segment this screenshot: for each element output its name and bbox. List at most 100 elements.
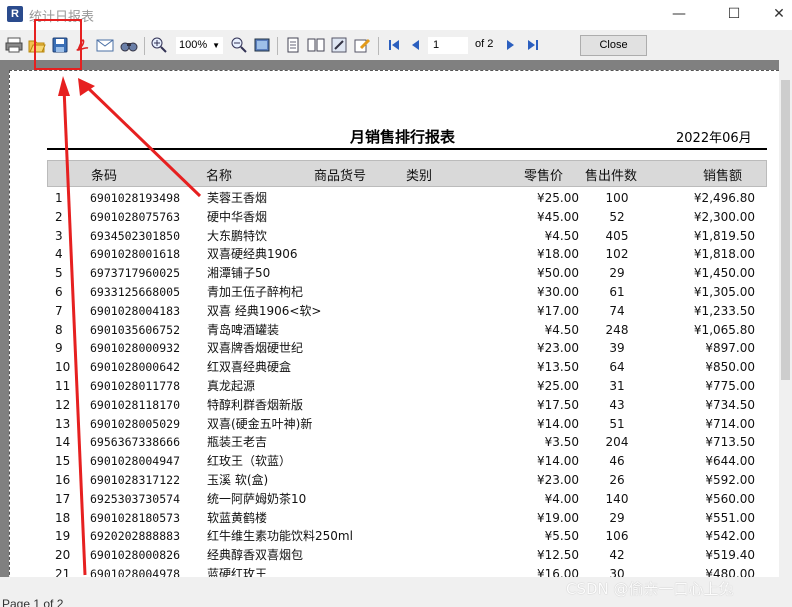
row-price: ¥4.50 xyxy=(544,228,579,243)
row-name: 双喜牌香烟硬世纪 xyxy=(207,341,304,356)
row-amount: ¥592.00 xyxy=(705,472,755,487)
row-qty: 46 xyxy=(609,454,625,469)
row-price: ¥17.50 xyxy=(537,397,579,412)
row-qty: 64 xyxy=(609,360,625,375)
row-index: 13 xyxy=(55,416,71,431)
zoom-out-icon[interactable] xyxy=(230,36,248,54)
row-amount: ¥1,305.00 xyxy=(693,284,755,299)
table-row: 3 6934502301850 大东鹏特饮 ¥4.50 405 ¥1,819.50 xyxy=(47,227,767,246)
row-amount: ¥644.00 xyxy=(705,454,755,469)
row-index: 20 xyxy=(55,548,71,563)
minimize-button[interactable]: — xyxy=(656,0,702,30)
toolbar: 100% ▼ 1 of 2 Close xyxy=(0,30,792,60)
row-price: ¥25.00 xyxy=(537,378,579,393)
page-number-input[interactable]: 1 xyxy=(428,37,468,54)
two-page-icon[interactable] xyxy=(307,36,325,54)
report-viewer: 月销售排行报表 2022年06月 条码 名称 商品货号 类别 零售价 售出件数 … xyxy=(0,60,792,596)
row-index: 8 xyxy=(55,322,63,337)
table-row: 10 6901028000642 红双喜经典硬盒 ¥13.50 64 ¥850.00 xyxy=(47,358,767,377)
row-amount: ¥560.00 xyxy=(705,491,755,506)
row-index: 1 xyxy=(55,191,63,205)
row-name: 经典醇香双喜烟包 xyxy=(207,548,304,563)
row-index: 18 xyxy=(55,510,71,525)
zoom-in-icon[interactable] xyxy=(150,36,168,54)
row-qty: 52 xyxy=(609,209,625,224)
row-name: 双喜硬经典1906 xyxy=(207,247,298,262)
row-barcode: 6901028000826 xyxy=(90,548,181,563)
row-price: ¥23.00 xyxy=(537,472,579,487)
row-price: ¥3.50 xyxy=(544,435,579,450)
table-row: 12 6901028118170 特醇利群香烟新版 ¥17.50 43 ¥734.50 xyxy=(47,396,767,415)
table-row: 5 6973717960025 湘潭铺子50 ¥50.00 29 ¥1,450.00 xyxy=(47,264,767,283)
next-page-icon[interactable] xyxy=(502,36,520,54)
email-icon[interactable] xyxy=(96,36,114,54)
maximize-button[interactable]: ☐ xyxy=(711,0,757,30)
row-qty: 42 xyxy=(609,548,625,563)
header-amount: 销售额 xyxy=(703,169,743,184)
table-row: 13 6901028005029 双喜(硬金五叶神)新 ¥14.00 51 ¥714.00 xyxy=(47,415,767,434)
page-count-label: of 2 xyxy=(475,38,494,50)
table-row: 8 6901035606752 青岛啤酒罐装 ¥4.50 248 ¥1,065.80 xyxy=(47,321,767,340)
row-barcode: 6901028180573 xyxy=(90,510,181,525)
report-date: 2022年06月 xyxy=(676,131,752,146)
table-row: 11 6901028011778 真龙起源 ¥25.00 31 ¥775.00 xyxy=(47,377,767,396)
table-row: 14 6956367338666 瓶装王老吉 ¥3.50 204 ¥713.50 xyxy=(47,433,767,452)
row-barcode: 6901028000932 xyxy=(90,341,181,356)
table-row: 7 6901028004183 双喜 经典1906<软> ¥17.00 74 ¥1,233… xyxy=(47,302,767,321)
watermark: CSDN @偷亲一口心上兔 xyxy=(566,580,734,598)
row-barcode: 6901028005029 xyxy=(90,416,181,431)
row-qty: 74 xyxy=(609,303,625,318)
row-barcode: 6901028193498 xyxy=(90,191,181,205)
close-button[interactable]: Close xyxy=(580,35,647,56)
row-name: 红双喜经典硬盒 xyxy=(207,360,292,375)
header-category: 类别 xyxy=(406,169,433,184)
row-name: 湘潭铺子50 xyxy=(207,266,271,281)
single-page-icon[interactable] xyxy=(284,36,302,54)
row-name: 红牛维生素功能饮料250ml xyxy=(207,529,353,544)
row-qty: 102 xyxy=(605,247,629,262)
row-index: 16 xyxy=(55,472,71,487)
row-index: 4 xyxy=(55,247,63,262)
row-name: 红玫王（软蓝） xyxy=(207,454,292,469)
print-icon[interactable] xyxy=(5,36,23,54)
row-index: 11 xyxy=(55,378,71,393)
row-amount: ¥2,496.80 xyxy=(693,191,755,205)
last-page-icon[interactable] xyxy=(524,36,542,54)
row-index: 3 xyxy=(55,228,63,243)
row-name: 软蓝黄鹤楼 xyxy=(207,510,268,525)
close-window-button[interactable]: ✕ xyxy=(756,0,792,30)
row-index: 17 xyxy=(55,491,71,506)
row-barcode: 6956367338666 xyxy=(90,435,181,450)
zoom-select[interactable]: 100% ▼ xyxy=(176,37,223,54)
row-qty: 106 xyxy=(605,529,629,544)
row-amount: ¥713.50 xyxy=(705,435,755,450)
scrollbar-thumb[interactable] xyxy=(781,80,790,380)
table-row: 20 6901028000826 经典醇香双喜烟包 ¥12.50 42 ¥519.40 xyxy=(47,546,767,565)
row-price: ¥17.00 xyxy=(537,303,579,318)
row-barcode: 6925303730574 xyxy=(90,491,181,506)
settings-icon[interactable] xyxy=(330,36,348,54)
row-qty: 29 xyxy=(609,510,625,525)
row-index: 5 xyxy=(55,266,63,281)
title-divider xyxy=(47,148,767,150)
binoculars-icon[interactable] xyxy=(120,36,138,54)
first-page-icon[interactable] xyxy=(385,36,403,54)
row-barcode: 6901028004947 xyxy=(90,454,181,469)
row-barcode: 6920202888883 xyxy=(90,529,181,544)
row-index: 6 xyxy=(55,284,63,299)
report-title: 月销售排行报表 xyxy=(350,128,456,146)
row-price: ¥23.00 xyxy=(537,341,579,356)
edit-icon[interactable] xyxy=(353,36,371,54)
table-row: 19 6920202888883 红牛维生素功能饮料250ml ¥5.50 106 ¥54… xyxy=(47,527,767,546)
app-icon: R xyxy=(7,6,23,22)
row-barcode: 6934502301850 xyxy=(90,228,181,243)
row-price: ¥19.00 xyxy=(537,510,579,525)
row-price: ¥5.50 xyxy=(544,529,579,544)
prev-page-icon[interactable] xyxy=(406,36,424,54)
row-qty: 204 xyxy=(605,435,629,450)
row-amount: ¥1,065.80 xyxy=(693,322,755,337)
table-row: 18 6901028180573 软蓝黄鹤楼 ¥19.00 29 ¥551.00 xyxy=(47,509,767,528)
row-barcode: 6933125668005 xyxy=(90,284,181,299)
vertical-scrollbar[interactable] xyxy=(779,60,792,577)
fit-page-icon[interactable] xyxy=(253,36,271,54)
